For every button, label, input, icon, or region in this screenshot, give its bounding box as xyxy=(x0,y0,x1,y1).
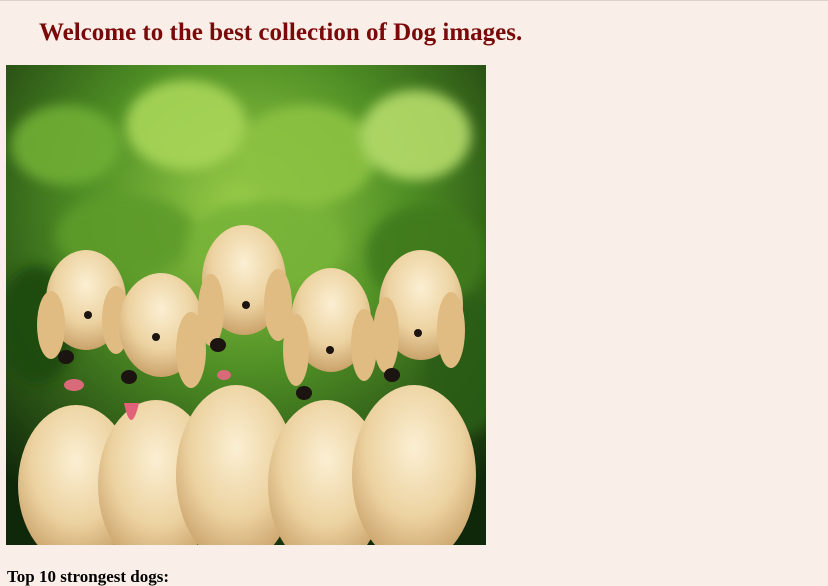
page-title: Welcome to the best collection of Dog im… xyxy=(39,19,523,46)
puppies-image xyxy=(6,65,486,545)
puppies-illustration xyxy=(6,65,486,545)
section-label: Top 10 strongest dogs: xyxy=(7,567,170,586)
